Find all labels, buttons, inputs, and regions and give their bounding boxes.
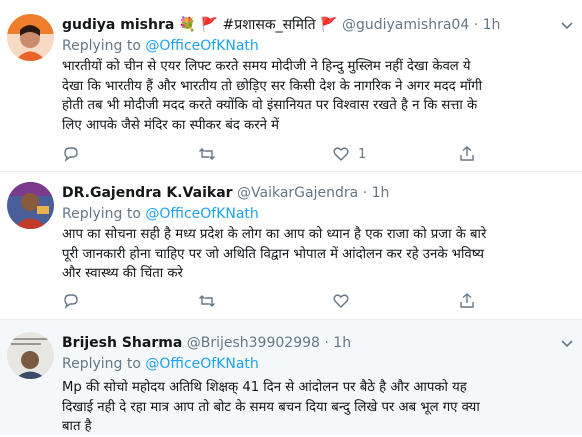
tweet-text-line: भारतीयों को चीन से एयर लिफ्ट करते समय मो…	[62, 59, 471, 74]
tweet-text-line: बात है	[62, 419, 92, 434]
share-button[interactable]	[458, 291, 476, 311]
tweet-header: Brijesh Sharma @Brijesh39902998 · 1h	[62, 334, 351, 352]
display-name[interactable]: DR.Gajendra K.Vaikar	[62, 185, 233, 201]
tweet-brijesh-sharma[interactable]: Brijesh Sharma @Brijesh39902998 · 1h Rep…	[0, 320, 582, 435]
reply-button[interactable]	[62, 144, 80, 164]
share-icon	[460, 146, 474, 161]
tweet-text: आप का सोचना सही है मध्य प्रदेश के लोग का…	[62, 225, 578, 284]
separator-dot: ·	[362, 185, 368, 201]
tweet-text-line: Mp की सोचो महोदय अतिथि शिक्षक् 41 दिन से…	[62, 380, 467, 395]
avatar[interactable]	[7, 332, 54, 379]
replying-to: Replying to @OfficeOfKNath	[62, 37, 259, 55]
tweet-text-line: आप का सोचना सही है मध्य प्रदेश के लोग का…	[62, 227, 487, 242]
replying-prefix: Replying to	[62, 206, 141, 222]
avatar[interactable]	[7, 182, 54, 229]
replying-to: Replying to @OfficeOfKNath	[62, 205, 259, 223]
replying-to-link[interactable]: @OfficeOfKNath	[145, 356, 258, 372]
tweet-gudiya-mishra[interactable]: gudiya mishra 💐 🚩 #प्रशासक_समिति 🚩 @gudi…	[0, 0, 582, 172]
tweet-actions	[62, 291, 474, 311]
tweet-text: Mp की सोचो महोदय अतिथि शिक्षक् 41 दिन से…	[62, 378, 578, 437]
reply-button[interactable]	[62, 291, 80, 311]
display-name[interactable]: gudiya mishra	[62, 17, 174, 33]
heart-icon	[333, 294, 349, 308]
tweet-text: भारतीयों को चीन से एयर लिफ्ट करते समय मो…	[62, 57, 578, 135]
avatar[interactable]	[7, 14, 54, 61]
tweet-text-line: पूरी जानकारी होना चाहिए पर जो अथिति विद्…	[62, 246, 485, 262]
share-button[interactable]	[458, 144, 476, 164]
chevron-down-icon[interactable]	[560, 18, 574, 32]
reply-icon	[64, 147, 78, 162]
username[interactable]: @gudiyamishra04	[342, 17, 469, 33]
replying-to: Replying to @OfficeOfKNath	[62, 355, 259, 373]
heart-icon	[333, 147, 349, 161]
tweet-gajendra-vaikar[interactable]: DR.Gajendra K.Vaikar @VaikarGajendra · 1…	[0, 172, 582, 320]
retweet-icon	[199, 148, 215, 160]
timestamp[interactable]: 1h	[333, 335, 351, 351]
timestamp[interactable]: 1h	[483, 17, 501, 33]
tweet-text-line: देखा कि भारतीय हैं और भारतीय तो छोड़िए स…	[62, 78, 483, 94]
reply-icon	[64, 294, 78, 309]
username[interactable]: @VaikarGajendra	[237, 185, 358, 201]
like-button[interactable]	[332, 291, 350, 311]
reply-feed: gudiya mishra 💐 🚩 #प्रशासक_समिति 🚩 @gudi…	[0, 0, 582, 435]
like-button[interactable]: 1	[332, 144, 366, 164]
tweet-text-line: और स्वास्थ्य की चिंता करे	[62, 266, 183, 281]
chevron-down-icon[interactable]	[560, 336, 574, 350]
tweet-text-line: दिखाई नही दे रहा मात्र आप तो बोट के समय …	[62, 399, 480, 415]
username[interactable]: @Brijesh39902998	[187, 335, 320, 351]
tweet-text-line: लिए आपके जैसे मंदिर का स्पीकर बंद करने म…	[62, 117, 280, 133]
tweet-text-line: होती तब भी मोदीजी मदद करते क्योंकि वो इं…	[62, 98, 478, 113]
retweet-button[interactable]	[198, 291, 216, 311]
replying-prefix: Replying to	[62, 356, 141, 372]
timestamp[interactable]: 1h	[372, 185, 390, 201]
replying-to-link[interactable]: @OfficeOfKNath	[145, 206, 258, 222]
tweet-header: DR.Gajendra K.Vaikar @VaikarGajendra · 1…	[62, 184, 389, 202]
name-badges: 💐 🚩 #प्रशासक_समिति 🚩	[178, 17, 338, 33]
replying-prefix: Replying to	[62, 38, 141, 54]
display-name[interactable]: Brijesh Sharma	[62, 335, 182, 351]
retweet-button[interactable]	[198, 144, 216, 164]
separator-dot: ·	[324, 335, 329, 351]
share-icon	[460, 293, 474, 308]
separator-dot: ·	[473, 17, 479, 33]
like-count: 1	[358, 146, 367, 162]
tweet-header: gudiya mishra 💐 🚩 #प्रशासक_समिति 🚩 @gudi…	[62, 16, 500, 34]
replying-to-link[interactable]: @OfficeOfKNath	[145, 38, 258, 54]
retweet-icon	[199, 295, 215, 307]
tweet-actions: 1	[62, 144, 474, 164]
